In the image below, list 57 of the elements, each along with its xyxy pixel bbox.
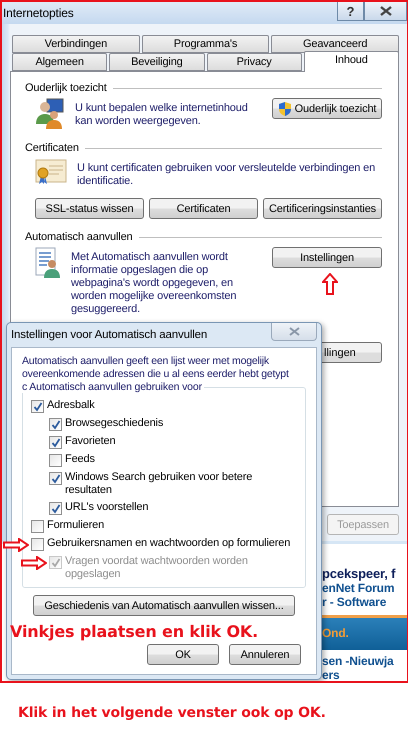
section-title: Automatisch aanvullen [25,231,133,243]
page-link[interactable]: ers [320,668,407,681]
tab[interactable]: Verbindingen [12,35,140,53]
clear-history-button[interactable]: Geschiedenis van Automatisch aanvullen wissen... [33,595,295,616]
tab[interactable]: Inhoud [304,51,399,72]
settings-button[interactable]: Ouderlijk toezicht [272,98,382,119]
tab[interactable]: Geavanceerd [271,35,400,53]
tab[interactable]: Algemeen [12,53,108,71]
checkbox-label: Gebruikersnamen en wachtwoorden op formulieren [47,537,290,550]
tab[interactable]: Programma's [142,35,270,53]
checkbox[interactable] [49,418,62,431]
checkbox-label: Browsegeschiedenis [65,417,164,430]
settings-button[interactable]: llingen [322,342,382,363]
tab[interactable]: Privacy [206,53,302,71]
window-title: Internetopties [2,5,74,20]
section-description: U kunt certificaten gebruiken voor versleutelde verbindingen en identificatie. [77,161,376,188]
checkbox[interactable] [49,472,62,485]
checkbox[interactable] [49,436,62,449]
checkbox-label: Feeds [65,453,95,466]
section-description: U kunt bepalen welke internetinhoud kan worden weergegeven. [75,101,249,128]
close-button[interactable] [364,2,407,21]
checkbox[interactable] [49,454,62,467]
form-person-icon [35,247,61,279]
close-icon [380,6,392,16]
cancel-button[interactable]: Annuleren [229,644,301,665]
settings-button[interactable]: Instellingen [272,247,382,268]
page-link[interactable]: r - Software [320,595,407,609]
annotation-text: Klik in het volgende venster ook op OK. [18,705,327,721]
checkbox[interactable] [31,400,44,413]
checkbox-label: Formulieren [47,519,104,532]
checkbox[interactable] [31,520,44,533]
help-button[interactable]: ? [337,2,364,21]
section-title: Ouderlijk toezicht [25,82,107,94]
banner-text: Ond. [320,615,407,650]
checkbox-label: Windows Search gebruiken voor betere resultaten [65,471,254,497]
checkbox-label: URL's voorstellen [65,501,148,514]
checkbox-label: Adresbalk [47,399,95,412]
section-title: Certificaten [25,142,79,154]
page-headline: pcekspeer, f [321,566,396,581]
checkbox-label: Vragen voordat wachtwoorden worden opgeslagen [65,555,249,581]
people-icon [35,98,65,130]
annotation-text: Vinkjes plaatsen en klik OK. [10,622,260,641]
group-label: c Automatisch aanvullen gebruiken voor [22,381,203,393]
tab[interactable]: Beveiliging [109,53,204,71]
page-link[interactable]: sen -Nieuwja [320,654,407,668]
section-description: Met Automatisch aanvullen wordt informatie opgeslagen die op webpagina's wordt opgegeven, en worden mogelijke overeenkomsten gesuggereerd. [71,250,238,316]
action-button[interactable]: SSL-status wissen [35,198,144,219]
checkbox-label: Favorieten [65,435,116,448]
action-button[interactable]: Certificaten [149,198,258,219]
dialog-title: Instellingen voor Automatisch aanvullen [11,328,208,341]
checkbox[interactable] [31,538,44,551]
action-button[interactable]: Certificeringsinstanties [263,198,382,219]
page-link[interactable]: enNet Forum [320,581,407,595]
certificate-icon [35,158,67,186]
ok-button[interactable]: OK [147,644,219,665]
checkbox[interactable] [49,502,62,515]
close-icon [288,327,300,336]
